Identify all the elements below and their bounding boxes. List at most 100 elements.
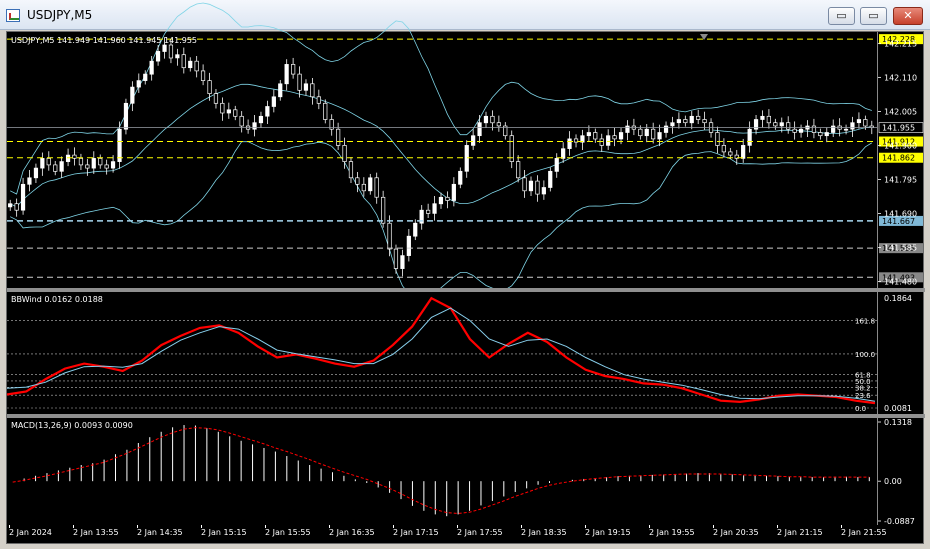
time-axis-tick bbox=[649, 525, 650, 528]
candle-body bbox=[721, 145, 726, 153]
time-axis-label: 2 Jan 16:35 bbox=[329, 528, 375, 537]
candle-body bbox=[20, 183, 26, 211]
close-button[interactable]: ✕ bbox=[893, 7, 923, 25]
candle-body bbox=[696, 115, 701, 120]
candle-body bbox=[728, 151, 733, 156]
macd-scale[interactable]: 0.1318 0.00 -0.0887 bbox=[877, 418, 923, 526]
candle-body bbox=[387, 222, 392, 250]
candle-body bbox=[464, 145, 469, 172]
candle-body bbox=[438, 196, 444, 205]
candle-body bbox=[8, 203, 13, 208]
candle-body bbox=[368, 177, 373, 192]
candle-body bbox=[522, 177, 527, 192]
candle-body bbox=[496, 122, 501, 127]
candle-body bbox=[53, 164, 58, 172]
chart-frame[interactable]: USDJPY,M5 141.949 141.960 141.945 141.95… bbox=[6, 2, 925, 544]
candle-body bbox=[239, 115, 244, 127]
candle-body bbox=[316, 96, 321, 104]
candle-body bbox=[779, 122, 784, 127]
candle-body bbox=[471, 135, 476, 146]
bbwind-pane[interactable]: 161.8 100.0 61.8 50.0 38.2 23.6 0.0 BBWind 0.0… bbox=[6, 292, 877, 414]
candle-body bbox=[747, 128, 752, 146]
price-chart bbox=[7, 2, 877, 297]
candle-body bbox=[226, 109, 231, 114]
candle-body bbox=[528, 180, 534, 192]
candle-body bbox=[162, 44, 167, 52]
time-axis-tick bbox=[9, 525, 10, 528]
bbwind-chart: 161.8100.061.850.038.223.60.0 bbox=[6, 296, 877, 413]
candle-body bbox=[213, 93, 219, 104]
candle-body bbox=[863, 119, 868, 127]
candle-body bbox=[483, 115, 489, 124]
candle-body bbox=[323, 102, 328, 120]
candle-body bbox=[46, 158, 51, 166]
candle-body bbox=[811, 125, 817, 133]
window-title: USDJPY,M5 bbox=[27, 8, 93, 22]
price-tick-label: 141.795 bbox=[884, 175, 917, 184]
price-scale-labels: 142.228141.912141.862141.667141.583141.4… bbox=[878, 34, 924, 287]
time-axis-tick bbox=[137, 525, 138, 528]
macd-signal-line bbox=[12, 427, 870, 515]
bbwind-tick-label: 0.1864 bbox=[884, 294, 912, 303]
candle-body bbox=[271, 96, 276, 107]
fib-level-label: 38.2 bbox=[855, 384, 871, 392]
candle-body bbox=[143, 73, 148, 81]
candle-body bbox=[831, 125, 836, 133]
minimize-button[interactable]: ▭ bbox=[828, 7, 855, 25]
candle-body bbox=[284, 64, 289, 85]
chart-window-icon bbox=[6, 9, 20, 22]
candle-body bbox=[40, 158, 45, 169]
candle-body bbox=[638, 128, 643, 137]
candle-body bbox=[200, 70, 206, 81]
price-tick-label: 141.480 bbox=[884, 278, 917, 287]
time-axis-tick bbox=[73, 525, 74, 528]
time-axis-label: 2 Jan 15:15 bbox=[201, 528, 247, 537]
bbwind-tick-label: 0.0081 bbox=[884, 404, 912, 413]
price-tick-label: 142.005 bbox=[884, 107, 917, 116]
time-axis-label: 2 Jan 18:35 bbox=[521, 528, 567, 537]
candle-body bbox=[78, 158, 84, 166]
candle-body bbox=[548, 170, 553, 188]
candle-body bbox=[194, 60, 199, 72]
candle-body bbox=[91, 158, 96, 169]
candle-body bbox=[541, 187, 546, 195]
macd-header: MACD(13,26,9) 0.0093 0.0090 bbox=[11, 421, 133, 430]
candle-body bbox=[760, 115, 765, 120]
macd-pane[interactable]: MACD(13,26,9) 0.0093 0.0090 bbox=[7, 418, 877, 525]
candle-body bbox=[258, 115, 264, 124]
candle-body bbox=[181, 54, 186, 69]
candle-body bbox=[792, 128, 797, 133]
price-pane[interactable]: USDJPY,M5 141.949 141.960 141.945 141.95… bbox=[7, 2, 877, 297]
candle-body bbox=[14, 203, 19, 211]
macd-tick-label: 0.1318 bbox=[884, 418, 912, 427]
price-tick-label: 142.110 bbox=[884, 73, 917, 82]
candle-body bbox=[348, 161, 354, 179]
price-tick-label: 141.690 bbox=[884, 209, 917, 218]
bbwind-header: BBWind 0.0162 0.0188 bbox=[11, 295, 103, 304]
candle-body bbox=[657, 132, 662, 140]
time-axis-label: 2 Jan 17:15 bbox=[393, 528, 439, 537]
window-titlebar[interactable]: USDJPY,M5 ▭ ▭ ✕ bbox=[0, 0, 930, 30]
candle-body bbox=[291, 64, 296, 75]
candle-body bbox=[220, 102, 225, 114]
candle-body bbox=[773, 122, 778, 127]
bbwind-scale-labels: 0.1864 0.0081 bbox=[884, 294, 912, 413]
candle-body bbox=[406, 235, 411, 256]
price-scale[interactable]: 142.228 141.912 141.862 141.667 141.583 141.4… bbox=[877, 32, 924, 288]
candle-body bbox=[702, 119, 707, 124]
bbwind-scale[interactable]: 0.1864 0.0081 bbox=[877, 292, 923, 414]
maximize-button[interactable]: ▭ bbox=[860, 7, 887, 25]
candle-body bbox=[27, 177, 32, 185]
candle-body bbox=[155, 51, 161, 62]
macd-tick-label: 0.00 bbox=[884, 477, 902, 486]
candle-body bbox=[567, 138, 572, 149]
time-axis-tick bbox=[713, 525, 714, 528]
candle-body bbox=[426, 209, 431, 214]
candle-body bbox=[798, 128, 804, 133]
time-axis-tick bbox=[201, 525, 202, 528]
price-tick-label: 141.900 bbox=[884, 141, 917, 150]
candle-body bbox=[117, 128, 122, 162]
time-axis-label: 2 Jan 21:55 bbox=[841, 528, 887, 537]
candle-body bbox=[72, 154, 77, 159]
time-axis-label: 2 Jan 2024 bbox=[9, 528, 52, 537]
